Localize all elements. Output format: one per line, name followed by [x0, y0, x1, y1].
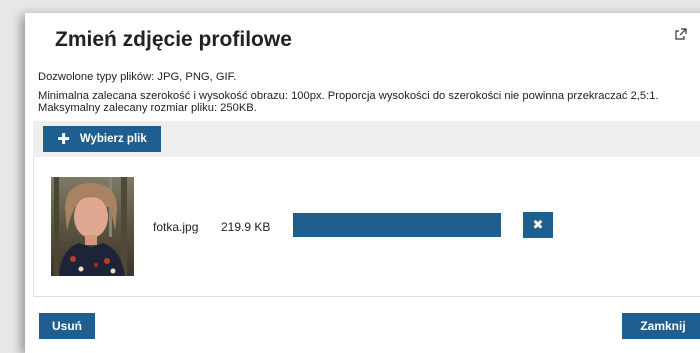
file-name: fotka.jpg [153, 220, 199, 234]
close-button[interactable]: Zamknij [622, 313, 700, 339]
upload-progress-bar [293, 213, 501, 237]
change-photo-dialog: Zmień zdjęcie profilowe Dozwolone typy p… [25, 13, 700, 353]
upload-progress-fill [293, 213, 501, 237]
file-list: fotka.jpg 219.9 KB ✖ [33, 157, 700, 297]
close-icon: ✖ [532, 217, 544, 232]
max-size-text: Maksymalny zalecany rozmiar pliku: 250KB… [38, 102, 257, 114]
choose-file-label: Wybierz plik [79, 133, 147, 145]
remove-file-button[interactable]: ✖ [523, 212, 553, 238]
allowed-types-text: Dozwolone typy plików: JPG, PNG, GIF. [38, 71, 237, 83]
file-size: 219.9 KB [221, 220, 271, 234]
choose-file-button[interactable]: ✚ Wybierz plik [43, 126, 161, 152]
photo-thumbnail [51, 177, 134, 276]
dialog-title: Zmień zdjęcie profilowe [55, 28, 292, 51]
expand-icon[interactable] [675, 28, 687, 40]
dimension-requirements-text: Minimalna zalecana szerokość i wysokość … [38, 90, 659, 102]
upload-toolbar: ✚ Wybierz plik [33, 121, 700, 157]
delete-button[interactable]: Usuń [39, 313, 95, 339]
plus-icon: ✚ [57, 130, 70, 148]
